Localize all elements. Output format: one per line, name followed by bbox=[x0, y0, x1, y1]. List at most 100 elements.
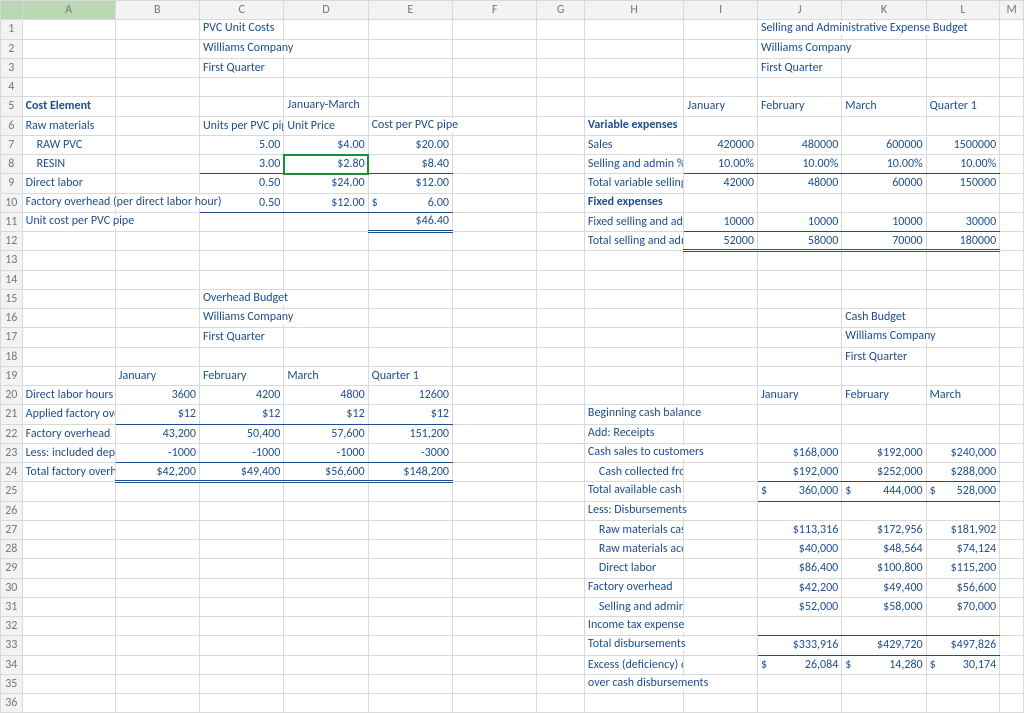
row-20[interactable]: 20 bbox=[1, 386, 23, 405]
cash-sae-k[interactable]: $58,000 bbox=[842, 597, 926, 616]
tac-j[interactable]: $360,000 bbox=[757, 482, 841, 501]
row-6[interactable]: 6 bbox=[1, 116, 23, 135]
less-d[interactable]: -1000 bbox=[284, 443, 368, 462]
row-16[interactable]: 16 bbox=[1, 309, 23, 328]
row-33[interactable]: 33 bbox=[1, 636, 23, 655]
tot-j[interactable]: 58000 bbox=[757, 232, 841, 251]
ohtot-d[interactable]: $56,600 bbox=[284, 463, 368, 482]
rmcp-j[interactable]: $113,316 bbox=[757, 520, 841, 539]
col-I[interactable]: I bbox=[684, 1, 758, 20]
row-10[interactable]: 10 bbox=[1, 193, 23, 212]
col-J[interactable]: J bbox=[757, 1, 841, 20]
col-B[interactable]: B bbox=[115, 1, 199, 20]
row-30[interactable]: 30 bbox=[1, 578, 23, 597]
foh-c[interactable]: $6.00 bbox=[368, 193, 452, 212]
active-cell[interactable]: $2.80 bbox=[284, 155, 368, 174]
td-k[interactable]: $429,720 bbox=[842, 636, 926, 655]
tot-k[interactable]: 70000 bbox=[842, 232, 926, 251]
ohtot-c[interactable]: $49,400 bbox=[199, 463, 283, 482]
cash-dl-j[interactable]: $86,400 bbox=[757, 559, 841, 578]
tv-l[interactable]: 150000 bbox=[926, 174, 1000, 193]
dlh-c[interactable]: 4200 bbox=[199, 386, 283, 405]
rate-e[interactable]: $12 bbox=[368, 405, 452, 424]
row-15[interactable]: 15 bbox=[1, 289, 23, 308]
cash-foh-j[interactable]: $42,200 bbox=[757, 578, 841, 597]
row-24[interactable]: 24 bbox=[1, 463, 23, 482]
pct-i[interactable]: 10.00% bbox=[684, 155, 758, 174]
col-L[interactable]: L bbox=[926, 1, 1000, 20]
tv-i[interactable]: 42000 bbox=[684, 174, 758, 193]
spreadsheet-grid[interactable]: A B C D E F G H I J K L M 1 PVC Unit Cos… bbox=[0, 0, 1024, 713]
rmap-k[interactable]: $48,564 bbox=[842, 540, 926, 559]
col-D[interactable]: D bbox=[284, 1, 368, 20]
dlh-b[interactable]: 3600 bbox=[115, 386, 199, 405]
ohtot-b[interactable]: $42,200 bbox=[115, 463, 199, 482]
sales-i[interactable]: 420000 bbox=[684, 135, 758, 154]
cs-j[interactable]: $168,000 bbox=[757, 443, 841, 462]
row-34[interactable]: 34 bbox=[1, 655, 23, 674]
raw-pvc-p[interactable]: $4.00 bbox=[284, 135, 368, 154]
row-8[interactable]: 8 bbox=[1, 155, 23, 174]
rmap-j[interactable]: $40,000 bbox=[757, 540, 841, 559]
exc-j[interactable]: $26,084 bbox=[757, 655, 841, 674]
exc-k[interactable]: $14,280 bbox=[842, 655, 926, 674]
ohtot-e[interactable]: $148,200 bbox=[368, 463, 452, 482]
col-F[interactable]: F bbox=[453, 1, 537, 20]
row-28[interactable]: 28 bbox=[1, 540, 23, 559]
row-12[interactable]: 12 bbox=[1, 232, 23, 251]
dlh-e[interactable]: 12600 bbox=[368, 386, 452, 405]
row-32[interactable]: 32 bbox=[1, 617, 23, 636]
tv-k[interactable]: 60000 bbox=[842, 174, 926, 193]
ohfoh-d[interactable]: 57,600 bbox=[284, 424, 368, 443]
rmcp-l[interactable]: $181,902 bbox=[926, 520, 1000, 539]
raw-pvc-c[interactable]: $20.00 bbox=[368, 135, 452, 154]
row-26[interactable]: 26 bbox=[1, 501, 23, 520]
cs-k[interactable]: $192,000 bbox=[842, 443, 926, 462]
tac-l[interactable]: $528,000 bbox=[926, 482, 1000, 501]
row-21[interactable]: 21 bbox=[1, 405, 23, 424]
raw-pvc-u[interactable]: 5.00 bbox=[199, 135, 283, 154]
row-14[interactable]: 14 bbox=[1, 270, 23, 289]
row-27[interactable]: 27 bbox=[1, 520, 23, 539]
tv-j[interactable]: 48000 bbox=[757, 174, 841, 193]
less-e[interactable]: -3000 bbox=[368, 443, 452, 462]
row-18[interactable]: 18 bbox=[1, 347, 23, 366]
cc-j[interactable]: $192,000 bbox=[757, 463, 841, 482]
dl-u[interactable]: 0.50 bbox=[199, 174, 283, 193]
less-c[interactable]: -1000 bbox=[199, 443, 283, 462]
row-25[interactable]: 25 bbox=[1, 482, 23, 501]
ohfoh-b[interactable]: 43,200 bbox=[115, 424, 199, 443]
row-36[interactable]: 36 bbox=[1, 694, 23, 713]
row-13[interactable]: 13 bbox=[1, 251, 23, 270]
rate-b[interactable]: $12 bbox=[115, 405, 199, 424]
pct-l[interactable]: 10.00% bbox=[926, 155, 1000, 174]
dlh-d[interactable]: 4800 bbox=[284, 386, 368, 405]
row-23[interactable]: 23 bbox=[1, 443, 23, 462]
col-A[interactable]: A bbox=[22, 1, 115, 20]
col-G[interactable]: G bbox=[537, 1, 585, 20]
ohfoh-c[interactable]: 50,400 bbox=[199, 424, 283, 443]
col-H[interactable]: H bbox=[584, 1, 683, 20]
ohfoh-e[interactable]: 151,200 bbox=[368, 424, 452, 443]
row-22[interactable]: 22 bbox=[1, 424, 23, 443]
cash-foh-k[interactable]: $49,400 bbox=[842, 578, 926, 597]
fix-j[interactable]: 10000 bbox=[757, 212, 841, 231]
fix-i[interactable]: 10000 bbox=[684, 212, 758, 231]
select-all[interactable] bbox=[1, 1, 23, 20]
dl-c[interactable]: $12.00 bbox=[368, 174, 452, 193]
cc-l[interactable]: $288,000 bbox=[926, 463, 1000, 482]
row-1[interactable]: 1 bbox=[1, 20, 23, 39]
cash-dl-k[interactable]: $100,800 bbox=[842, 559, 926, 578]
tac-k[interactable]: $444,000 bbox=[842, 482, 926, 501]
row-17[interactable]: 17 bbox=[1, 328, 23, 347]
row-9[interactable]: 9 bbox=[1, 174, 23, 193]
cash-foh-l[interactable]: $56,600 bbox=[926, 578, 1000, 597]
foh-p[interactable]: $12.00 bbox=[284, 193, 368, 212]
sales-l[interactable]: 1500000 bbox=[926, 135, 1000, 154]
total-unit-cost[interactable]: $46.40 bbox=[368, 212, 452, 231]
row-11[interactable]: 11 bbox=[1, 212, 23, 231]
row-31[interactable]: 31 bbox=[1, 597, 23, 616]
less-b[interactable]: -1000 bbox=[115, 443, 199, 462]
dl-p[interactable]: $24.00 bbox=[284, 174, 368, 193]
col-E[interactable]: E bbox=[368, 1, 452, 20]
